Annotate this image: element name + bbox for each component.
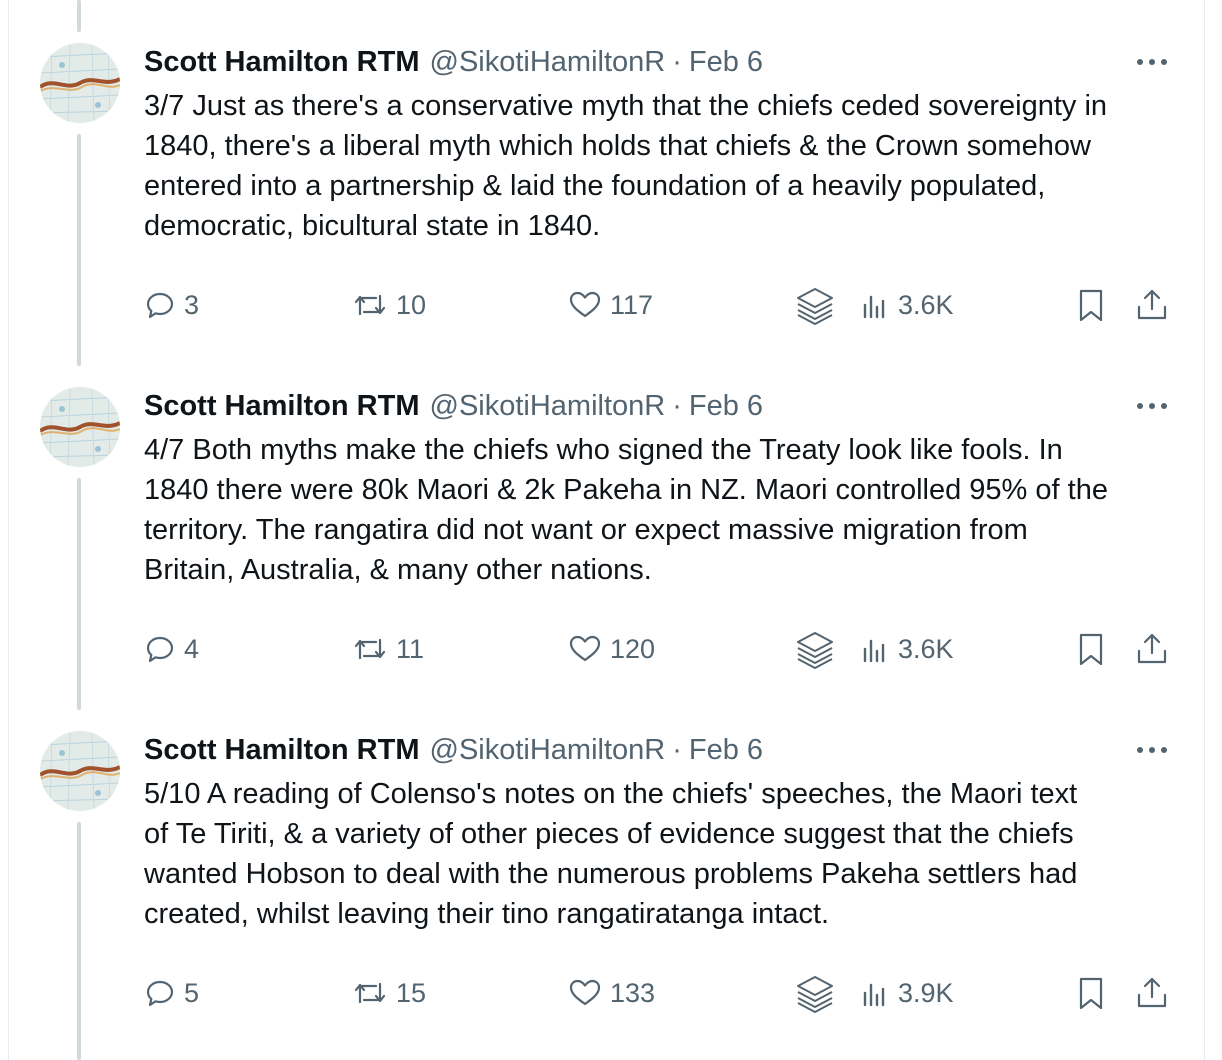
grok-button[interactable]	[794, 968, 836, 1018]
like-count: 133	[610, 977, 656, 1008]
more-options-button[interactable]	[1134, 738, 1170, 762]
bookmark-icon	[1079, 289, 1103, 322]
like-count: 117	[610, 289, 654, 320]
reply-button[interactable]: 5	[144, 968, 199, 1018]
tweet-header: Scott Hamilton RTM @SikotiHamiltonR · Fe…	[144, 732, 763, 768]
reply-icon	[146, 636, 174, 663]
views-button[interactable]: 3.6K	[860, 280, 954, 330]
tweet-text: 3/7 Just as there's a conservative myth …	[144, 90, 1108, 242]
tweet-header: Scott Hamilton RTM @SikotiHamiltonR · Fe…	[144, 388, 763, 424]
author-name[interactable]: Scott Hamilton RTM	[144, 390, 420, 423]
more-options-button[interactable]	[1134, 394, 1170, 418]
tweet-date[interactable]: Feb 6	[689, 390, 763, 423]
map-avatar-image	[40, 387, 120, 467]
repost-count: 11	[396, 633, 425, 664]
reply-button[interactable]: 4	[144, 624, 199, 674]
share-icon	[1137, 977, 1167, 1008]
tweet-date[interactable]: Feb 6	[689, 734, 763, 767]
repost-button[interactable]: 15	[352, 968, 426, 1018]
author-name[interactable]: Scott Hamilton RTM	[144, 734, 420, 767]
views-button[interactable]: 3.9K	[860, 968, 954, 1018]
tweet[interactable]: Scott Hamilton RTM @SikotiHamiltonR · Fe…	[0, 0, 1204, 344]
author-handle[interactable]: @SikotiHamiltonR	[430, 734, 666, 767]
share-button[interactable]	[1134, 624, 1170, 674]
avatar[interactable]	[40, 43, 120, 123]
retweet-icon	[354, 638, 386, 660]
layers-icon	[797, 632, 833, 669]
reply-icon	[146, 292, 174, 319]
retweet-icon	[354, 982, 386, 1004]
views-count: 3.6K	[898, 633, 954, 664]
more-dots-icon	[1137, 747, 1167, 753]
views-button[interactable]: 3.6K	[860, 624, 954, 674]
retweet-icon	[354, 294, 386, 316]
repost-count: 15	[396, 977, 427, 1008]
tweet-actions: 5 15 133 3.9K	[0, 968, 1204, 1018]
tweet-actions: 3 10 117 3.6K	[0, 280, 1204, 330]
layers-icon	[797, 976, 833, 1013]
map-avatar-image	[40, 731, 120, 811]
repost-button[interactable]: 10	[352, 280, 426, 330]
timeline-border-right	[1204, 0, 1205, 1060]
layers-icon	[797, 288, 833, 325]
header-separator: ·	[672, 389, 682, 422]
repost-count: 10	[396, 289, 427, 320]
views-icon	[863, 295, 885, 319]
tweet-text: 4/7 Both myths make the chiefs who signe…	[144, 434, 1108, 586]
grok-button[interactable]	[794, 624, 836, 674]
like-button[interactable]: 133	[568, 968, 655, 1018]
reply-button[interactable]: 3	[144, 280, 199, 330]
reply-count: 5	[184, 977, 200, 1008]
like-button[interactable]: 120	[568, 624, 655, 674]
bookmark-button[interactable]	[1074, 968, 1108, 1018]
bookmark-button[interactable]	[1074, 624, 1108, 674]
heart-icon	[569, 979, 601, 1006]
avatar[interactable]	[40, 731, 120, 811]
tweet-text: 5/10 A reading of Colenso's notes on the…	[144, 778, 1078, 930]
tweet[interactable]: Scott Hamilton RTM @SikotiHamiltonR · Fe…	[0, 344, 1204, 688]
views-icon	[863, 983, 885, 1007]
author-handle[interactable]: @SikotiHamiltonR	[430, 390, 666, 423]
views-count: 3.9K	[898, 977, 954, 1008]
reply-count: 3	[184, 289, 200, 320]
tweet-actions: 4 11 120 3.6K	[0, 624, 1204, 674]
header-separator: ·	[672, 733, 682, 766]
heart-icon	[569, 291, 601, 318]
share-icon	[1137, 633, 1167, 664]
reply-count: 4	[184, 633, 200, 664]
author-name[interactable]: Scott Hamilton RTM	[144, 46, 420, 79]
more-options-button[interactable]	[1134, 50, 1170, 74]
repost-button[interactable]: 11	[352, 624, 424, 674]
heart-icon	[569, 635, 601, 662]
bookmark-icon	[1079, 977, 1103, 1010]
share-icon	[1137, 289, 1167, 320]
reply-icon	[146, 980, 174, 1007]
tweet-date[interactable]: Feb 6	[689, 46, 763, 79]
like-button[interactable]: 117	[568, 280, 653, 330]
views-count: 3.6K	[898, 289, 954, 320]
like-count: 120	[610, 633, 656, 664]
bookmark-icon	[1079, 633, 1103, 666]
views-icon	[863, 639, 885, 663]
avatar[interactable]	[40, 387, 120, 467]
bookmark-button[interactable]	[1074, 280, 1108, 330]
more-dots-icon	[1137, 403, 1167, 409]
more-dots-icon	[1137, 59, 1167, 65]
grok-button[interactable]	[794, 280, 836, 330]
share-button[interactable]	[1134, 280, 1170, 330]
author-handle[interactable]: @SikotiHamiltonR	[430, 46, 666, 79]
share-button[interactable]	[1134, 968, 1170, 1018]
tweet-header: Scott Hamilton RTM @SikotiHamiltonR · Fe…	[144, 44, 763, 80]
map-avatar-image	[40, 43, 120, 123]
tweet[interactable]: Scott Hamilton RTM @SikotiHamiltonR · Fe…	[0, 688, 1204, 1032]
header-separator: ·	[672, 45, 682, 78]
